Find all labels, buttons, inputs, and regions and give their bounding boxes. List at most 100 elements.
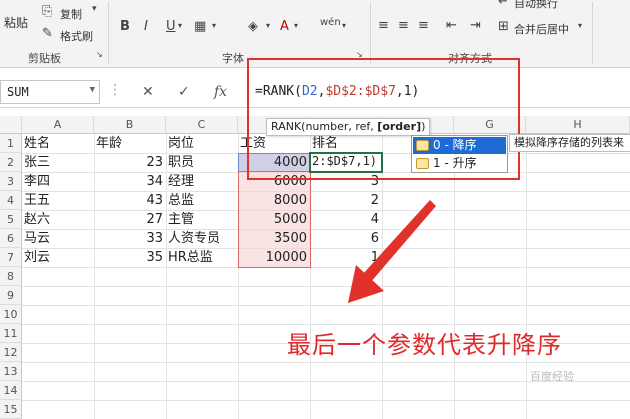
align-right-icon[interactable]: ≡: [418, 18, 429, 33]
tooltip-close-paren: ): [421, 120, 426, 133]
wrap-text-icon: ↵: [498, 0, 509, 9]
autocomplete-option-descending[interactable]: 0 - 降序: [413, 137, 506, 154]
align-left-icon[interactable]: ≡: [378, 18, 389, 33]
name-box[interactable]: SUM ▼: [0, 80, 100, 104]
copy-icon: ⎘: [42, 4, 53, 19]
cancel-icon[interactable]: ✕: [142, 84, 154, 100]
underline-dropdown-icon[interactable]: ▾: [178, 21, 182, 30]
row-header-7[interactable]: 7: [0, 248, 22, 267]
cell-salary[interactable]: 3500: [238, 229, 310, 248]
column-header-a[interactable]: A: [22, 116, 94, 134]
row-header-10[interactable]: 10: [0, 305, 22, 324]
select-all-corner[interactable]: [0, 116, 22, 134]
gridline: [22, 305, 630, 306]
increase-indent-icon[interactable]: ⇥: [470, 18, 481, 33]
row-header-11[interactable]: 11: [0, 324, 22, 343]
header-name[interactable]: 姓名: [22, 134, 94, 153]
border-dropdown-icon[interactable]: ▾: [212, 21, 216, 30]
merge-center-button[interactable]: 合并后居中: [514, 21, 569, 37]
cell-age[interactable]: 27: [94, 210, 166, 229]
copy-dropdown-icon[interactable]: ▾: [92, 4, 97, 14]
row-header-3[interactable]: 3: [0, 172, 22, 191]
ribbon-separator: [370, 2, 371, 64]
font-color-icon[interactable]: A: [280, 19, 289, 34]
enter-icon[interactable]: ✓: [178, 84, 190, 100]
merge-center-icon: ⊞: [498, 19, 509, 34]
font-color-dropdown-icon[interactable]: ▾: [294, 21, 298, 30]
row-header-8[interactable]: 8: [0, 267, 22, 286]
row-header-1[interactable]: 1: [0, 134, 22, 153]
cell-name[interactable]: 张三: [22, 153, 94, 172]
column-header-c[interactable]: C: [166, 116, 238, 134]
fill-color-icon[interactable]: ◈: [248, 19, 258, 34]
align-center-icon[interactable]: ≡: [398, 18, 409, 33]
row-header-14[interactable]: 14: [0, 381, 22, 400]
row-header-4[interactable]: 4: [0, 191, 22, 210]
gridline: [22, 267, 630, 268]
cell-post[interactable]: HR总监: [166, 248, 238, 267]
insert-function-button[interactable]: fx: [214, 84, 227, 100]
ribbon-separator: [592, 2, 593, 64]
autocomplete-list: 0 - 降序 1 - 升序: [411, 135, 508, 173]
option-icon: [416, 140, 429, 151]
cell-name[interactable]: 马云: [22, 229, 94, 248]
font-group-label: 字体: [222, 52, 244, 65]
bold-icon[interactable]: B: [120, 19, 130, 34]
phonetic-dropdown-icon[interactable]: ▾: [342, 21, 346, 30]
arrow-shaft: [362, 200, 436, 283]
annotation-caption: 最后一个参数代表升降序: [287, 331, 562, 359]
tooltip-signature: RANK(number, ref,: [271, 120, 378, 133]
cell-name[interactable]: 李四: [22, 172, 94, 191]
row-header-2[interactable]: 2: [0, 153, 22, 172]
row-header-6[interactable]: 6: [0, 229, 22, 248]
cell-age[interactable]: 23: [94, 153, 166, 172]
gridline: [22, 286, 630, 287]
format-painter-button[interactable]: 格式刷: [60, 28, 93, 44]
row-header-9[interactable]: 9: [0, 286, 22, 305]
gridline: [22, 400, 630, 401]
cell-salary[interactable]: 5000: [238, 210, 310, 229]
fill-dropdown-icon[interactable]: ▾: [266, 21, 270, 30]
header-post[interactable]: 岗位: [166, 134, 238, 153]
autocomplete-option-ascending[interactable]: 1 - 升序: [413, 155, 506, 172]
cell-post[interactable]: 职员: [166, 153, 238, 172]
format-painter-icon: ✎: [42, 26, 53, 41]
option-label: 1 - 升序: [433, 156, 477, 170]
merge-dropdown-icon[interactable]: ▾: [578, 21, 582, 30]
cell-age[interactable]: 35: [94, 248, 166, 267]
row-header-13[interactable]: 13: [0, 362, 22, 381]
cell-salary[interactable]: 10000: [238, 248, 310, 267]
ribbon-separator: [108, 2, 109, 64]
underline-icon[interactable]: U: [166, 19, 176, 34]
cell-age[interactable]: 43: [94, 191, 166, 210]
tooltip-current-arg: [order]: [377, 120, 422, 133]
cell-post[interactable]: 经理: [166, 172, 238, 191]
cell-salary[interactable]: 8000: [238, 191, 310, 210]
cell-name[interactable]: 赵六: [22, 210, 94, 229]
italic-icon[interactable]: I: [144, 19, 148, 34]
option-icon: [416, 158, 429, 169]
column-header-h[interactable]: H: [526, 116, 630, 134]
decrease-indent-icon[interactable]: ⇤: [446, 18, 457, 33]
cell-name[interactable]: 王五: [22, 191, 94, 210]
wrap-text-button[interactable]: 自动换行: [514, 0, 558, 11]
name-box-dropdown-icon[interactable]: ▼: [90, 85, 95, 95]
function-signature-tooltip[interactable]: RANK(number, ref, [order]): [266, 118, 431, 136]
row-header-15[interactable]: 15: [0, 400, 22, 419]
cell-post[interactable]: 总监: [166, 191, 238, 210]
paste-button[interactable]: 粘贴: [4, 14, 28, 31]
cell-post[interactable]: 主管: [166, 210, 238, 229]
phonetic-icon[interactable]: wén: [320, 17, 341, 28]
row-header-5[interactable]: 5: [0, 210, 22, 229]
cell-post[interactable]: 人资专员: [166, 229, 238, 248]
clipboard-launcher-icon[interactable]: ↘: [96, 50, 103, 59]
column-header-b[interactable]: B: [94, 116, 166, 134]
row-header-12[interactable]: 12: [0, 343, 22, 362]
border-icon[interactable]: ▦: [194, 19, 206, 34]
copy-button[interactable]: 复制: [60, 6, 82, 22]
gridline: [526, 134, 527, 419]
header-age[interactable]: 年龄: [94, 134, 166, 153]
cell-age[interactable]: 33: [94, 229, 166, 248]
cell-age[interactable]: 34: [94, 172, 166, 191]
cell-name[interactable]: 刘云: [22, 248, 94, 267]
